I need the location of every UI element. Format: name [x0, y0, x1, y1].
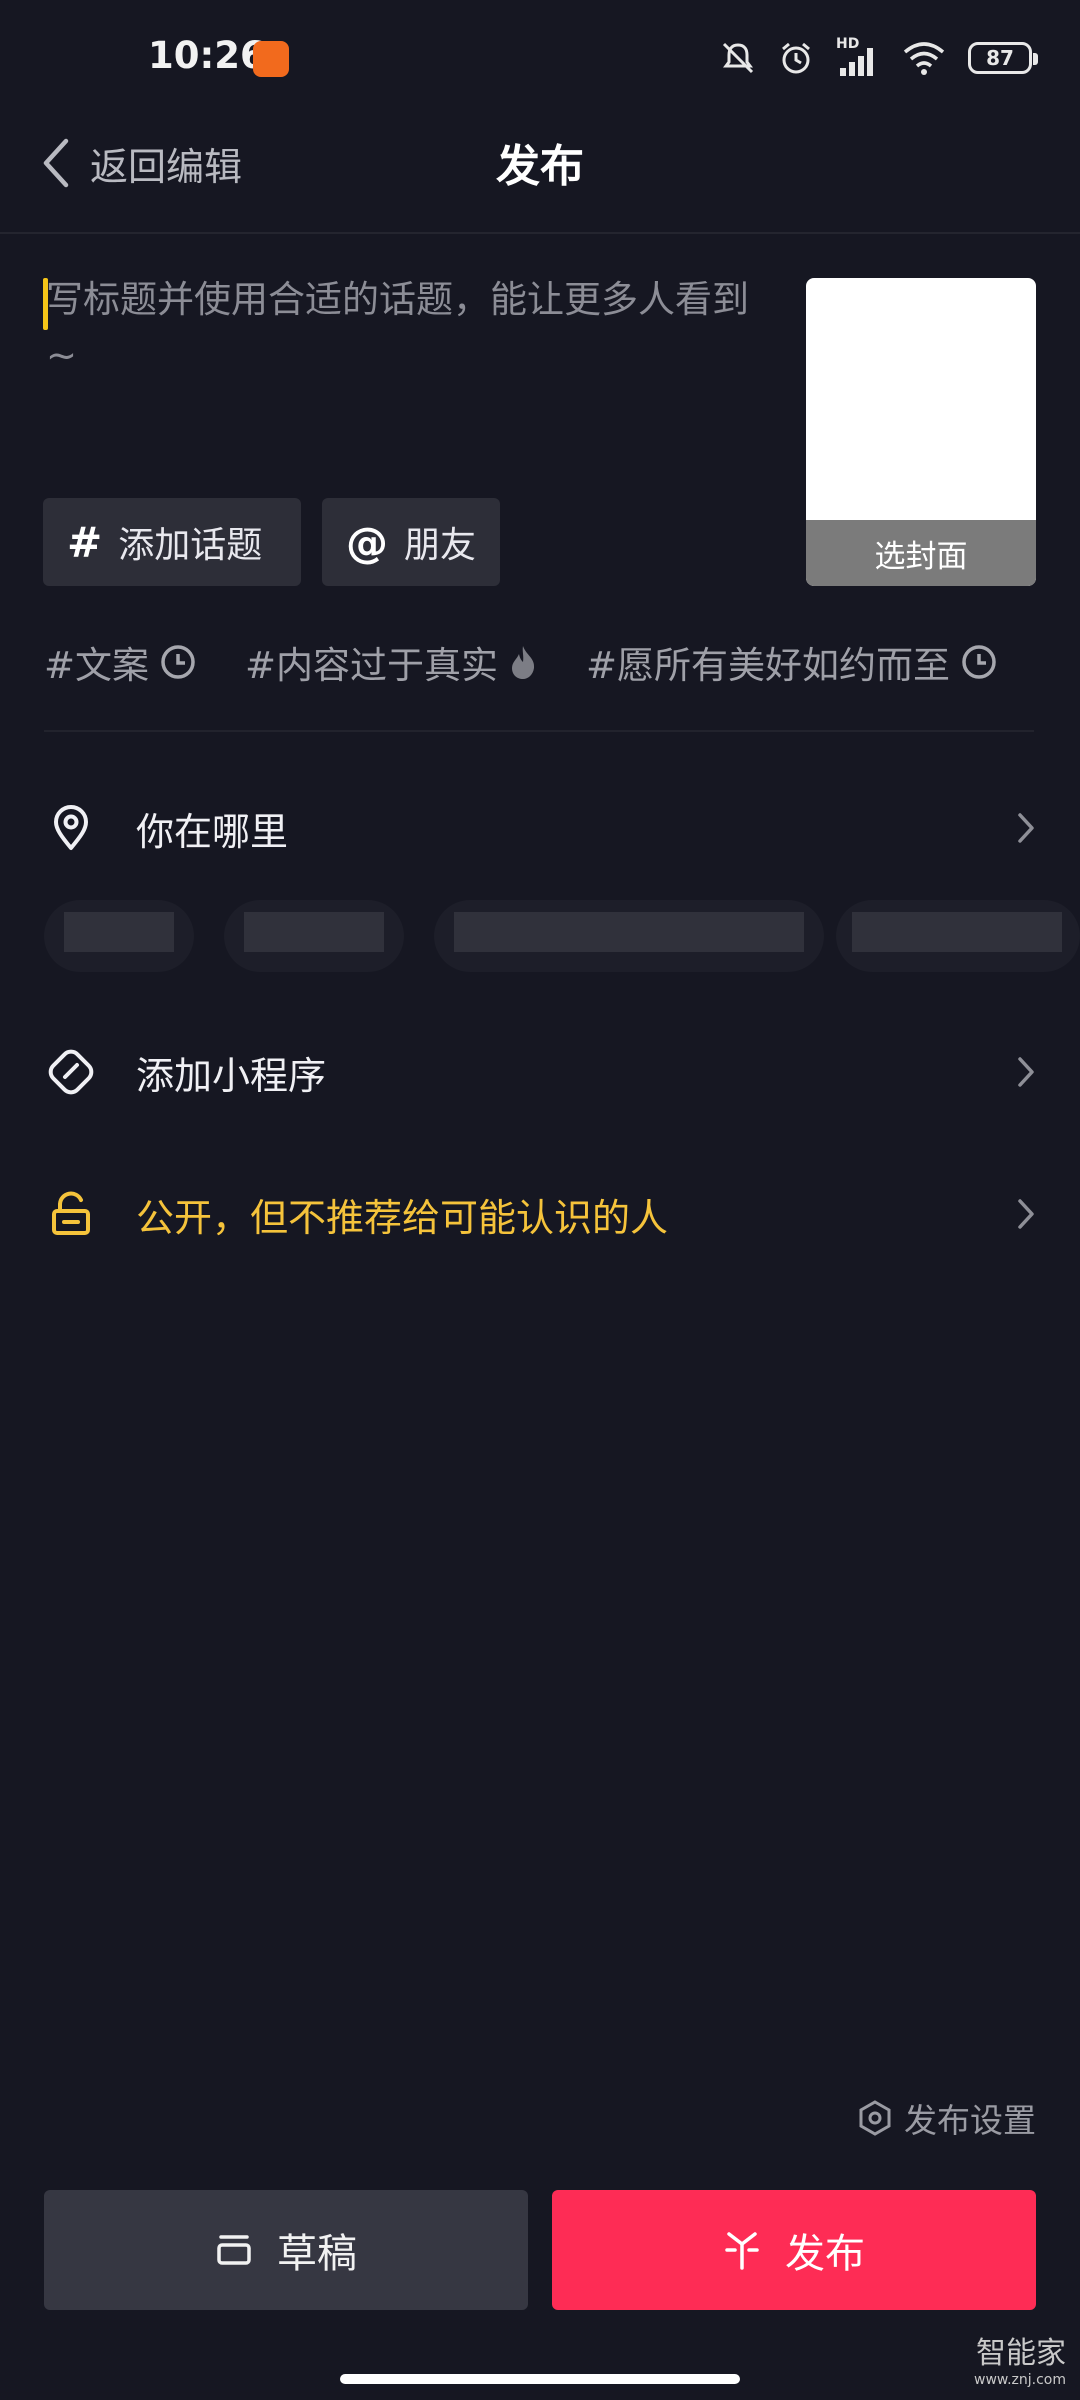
cover-selector[interactable]: 选封面 — [806, 278, 1036, 586]
location-suggestion-chip[interactable] — [44, 900, 194, 972]
app-notification-icon — [253, 41, 289, 77]
location-suggestion-chip[interactable] — [836, 900, 1080, 972]
add-topic-label: 添加话题 — [118, 525, 263, 566]
add-mini-program-row[interactable]: 添加小程序 — [0, 1024, 1080, 1120]
location-label: 你在哪里 — [136, 809, 289, 854]
location-suggestion-chip[interactable] — [434, 900, 824, 972]
mention-friend-label: 朋友 — [404, 525, 477, 566]
watermark-name: 智能家 — [976, 2336, 1066, 2371]
publish-label: 发布 — [785, 2231, 865, 2277]
hashtag-suggestion[interactable]: #愿所有美好如约而至 — [586, 635, 998, 689]
status-time: 10:26 — [148, 34, 266, 77]
caption-input[interactable]: 写标题并使用合适的话题，能让更多人看到 ~ — [46, 272, 766, 384]
mute-icon — [722, 42, 754, 74]
location-pin-icon — [54, 805, 88, 850]
mini-program-icon — [48, 1049, 94, 1095]
blurred-content — [852, 912, 1062, 952]
clock-icon — [161, 645, 195, 679]
clock-icon — [962, 645, 996, 679]
chevron-right-icon — [1018, 813, 1034, 843]
chevron-right-icon — [1018, 1057, 1034, 1087]
hashtag-suggestion[interactable]: #内容过于真实 — [245, 635, 538, 689]
fire-icon — [512, 646, 535, 679]
wifi-icon — [903, 42, 945, 75]
hashtag-text: #文案 — [44, 644, 150, 687]
cell-signal-icon: HD — [836, 36, 880, 78]
location-row[interactable]: 你在哪里 — [0, 780, 1080, 876]
battery-level: 87 — [986, 46, 1014, 70]
publish-settings-label: 发布设置 — [904, 2101, 1036, 2140]
blurred-content — [244, 912, 384, 952]
publish-button[interactable]: 发布 — [552, 2190, 1036, 2310]
hashtag-suggestion[interactable]: #文案 — [44, 635, 197, 689]
add-topic-button[interactable]: # 添加话题 — [43, 498, 301, 586]
blurred-content — [64, 912, 174, 952]
watermark-url: www.znj.com — [974, 2372, 1066, 2388]
hashtag-suggestions: #文案 #内容过于真实 #愿所有美好如约而至 — [44, 632, 1046, 692]
at-icon: @ — [346, 517, 388, 567]
select-cover-label: 选封面 — [806, 520, 1036, 586]
mini-program-label: 添加小程序 — [136, 1053, 327, 1098]
battery-icon: 87 — [968, 42, 1038, 74]
blurred-content — [454, 912, 804, 952]
visibility-row[interactable]: 公开，但不推荐给可能认识的人 — [0, 1166, 1080, 1262]
unlock-icon — [52, 1191, 90, 1235]
location-suggestion-chip[interactable] — [224, 900, 404, 972]
draft-label: 草稿 — [277, 2231, 357, 2277]
header-divider — [0, 232, 1080, 234]
hash-icon: # — [67, 517, 103, 567]
chevron-right-icon — [1018, 1199, 1034, 1229]
publish-settings-button[interactable]: 发布设置 — [858, 2090, 1036, 2146]
hashtag-text: #内容过于真实 — [245, 644, 499, 687]
section-divider — [44, 730, 1034, 732]
alarm-icon — [782, 42, 810, 74]
settings-hexagon-icon — [859, 2100, 891, 2136]
hashtag-text: #愿所有美好如约而至 — [586, 644, 951, 687]
status-icons: HD 87 — [720, 36, 1038, 80]
home-indicator[interactable] — [340, 2374, 740, 2384]
draft-box-icon — [217, 2235, 251, 2265]
sparkle-icon — [725, 2232, 759, 2270]
save-draft-button[interactable]: 草稿 — [44, 2190, 528, 2310]
visibility-label: 公开，但不推荐给可能认识的人 — [136, 1195, 669, 1240]
mention-friend-button[interactable]: @ 朋友 — [322, 498, 500, 586]
watermark: 智能家 www.znj.com — [974, 2328, 1066, 2388]
page-title: 发布 — [496, 141, 584, 192]
